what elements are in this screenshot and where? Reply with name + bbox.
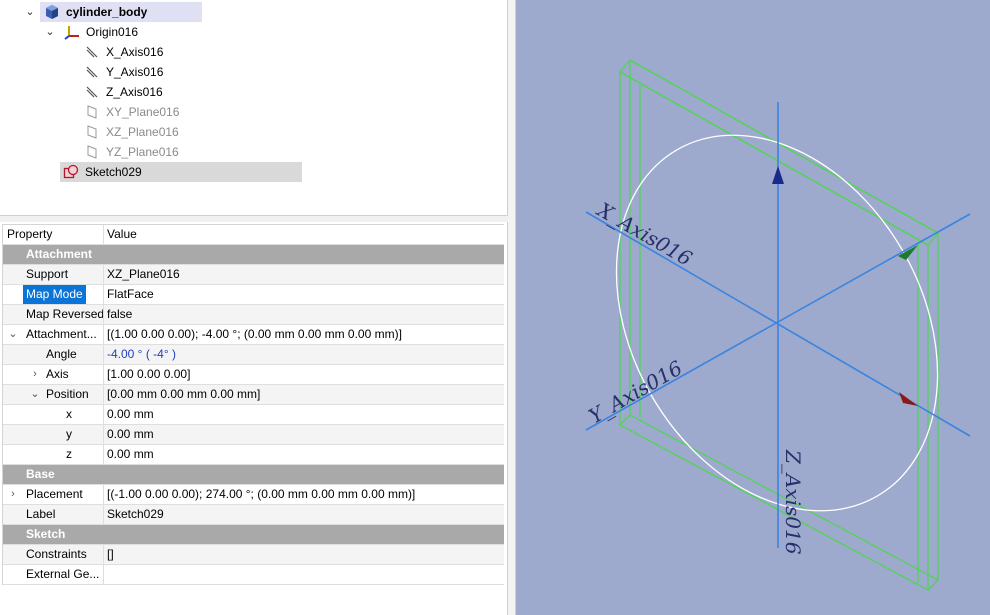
axis-icon [84, 84, 100, 100]
property-name: External Ge... [3, 565, 104, 584]
property-name: x [3, 405, 104, 424]
viewport-scene[interactable]: X_Axis016 Y_Axis016 Z_Axis016 [516, 0, 990, 615]
property-name: Label [3, 505, 104, 524]
property-table: Property Value Attachment Support XZ_Pla… [2, 224, 504, 585]
body-icon [44, 4, 60, 20]
property-value[interactable]: 0.00 mm [107, 445, 504, 464]
tree-item-label: Origin016 [86, 25, 139, 39]
property-value[interactable]: false [107, 305, 504, 324]
tree-item-yz-plane[interactable]: YZ_Plane016 [84, 142, 204, 162]
x-axis-label: X_Axis016 [592, 197, 697, 271]
property-value[interactable]: 0.00 mm [107, 405, 504, 424]
chevron-down-icon[interactable]: ⌄ [24, 2, 36, 22]
property-value[interactable]: [0.00 mm 0.00 mm 0.00 mm] [107, 385, 504, 404]
z-axis-label: Z_Axis016 [781, 449, 805, 555]
property-name: Map Reversed [3, 305, 104, 324]
property-header-row: Property Value [3, 225, 504, 245]
property-name: Support [3, 265, 104, 284]
group-base[interactable]: Base [3, 465, 504, 485]
property-name: Angle [3, 345, 104, 364]
group-label: Sketch [26, 527, 66, 541]
group-sketch[interactable]: Sketch [3, 525, 504, 545]
axis-icon [84, 44, 100, 60]
tree-item-label: X_Axis016 [106, 45, 164, 59]
property-name-cell: Map Mode [3, 285, 104, 304]
property-row-z[interactable]: z 0.00 mm [3, 445, 504, 465]
tree-item-label: cylinder_body [66, 5, 148, 19]
plane-icon [84, 124, 100, 140]
property-value[interactable]: FlatFace [107, 285, 504, 304]
tree-item-xz-plane[interactable]: XZ_Plane016 [84, 122, 204, 142]
property-panel: Property Value Attachment Support XZ_Pla… [0, 222, 508, 615]
property-row-x[interactable]: x 0.00 mm [3, 405, 504, 425]
tree-item-label: Z_Axis016 [106, 85, 163, 99]
column-header-property[interactable]: Property [3, 225, 104, 244]
tree-item-z-axis[interactable]: Z_Axis016 [84, 82, 204, 102]
plane-icon [84, 104, 100, 120]
tree-item-cylinder-body[interactable]: ⌄ cylinder_body [25, 2, 202, 22]
property-value[interactable]: [(1.00 0.00 0.00); -4.00 °; (0.00 mm 0.0… [107, 325, 504, 344]
group-label: Attachment [26, 247, 93, 261]
property-row-axis[interactable]: › Axis [1.00 0.00 0.00] [3, 365, 504, 385]
group-attachment[interactable]: Attachment [3, 245, 504, 265]
tree-item-origin[interactable]: ⌄ Origin016 [45, 22, 200, 42]
property-value[interactable]: Sketch029 [107, 505, 504, 524]
property-row-constraints[interactable]: Constraints [] [3, 545, 504, 565]
property-value[interactable]: -4.00 ° ( -4° ) [107, 345, 504, 364]
tree-item-sketch[interactable]: Sketch029 [60, 162, 302, 182]
sketch-circle[interactable] [551, 77, 990, 568]
tree-item-label: Sketch029 [85, 165, 142, 179]
origin-axes-icon [64, 24, 80, 40]
property-row-angle[interactable]: Angle -4.00 ° ( -4° ) [3, 345, 504, 365]
property-row-placement[interactable]: › Placement [(-1.00 0.00 0.00); 274.00 °… [3, 485, 504, 505]
plane-icon [84, 144, 100, 160]
property-row-support[interactable]: Support XZ_Plane016 [3, 265, 504, 285]
chevron-down-icon[interactable]: ⌄ [44, 22, 56, 42]
property-name: z [3, 445, 104, 464]
property-name: Axis [3, 365, 104, 384]
property-name: Constraints [3, 545, 104, 564]
property-name: Attachment... [3, 325, 104, 344]
tree-item-label: XZ_Plane016 [106, 125, 179, 139]
z-axis-arrow-icon [772, 166, 784, 184]
axis-icon [84, 64, 100, 80]
tree-item-y-axis[interactable]: Y_Axis016 [84, 62, 204, 82]
property-value[interactable]: 0.00 mm [107, 425, 504, 444]
property-row-position[interactable]: ⌄ Position [0.00 mm 0.00 mm 0.00 mm] [3, 385, 504, 405]
property-row-external-geometry[interactable]: External Ge... [3, 565, 504, 585]
tree-item-xy-plane[interactable]: XY_Plane016 [84, 102, 204, 122]
column-header-value[interactable]: Value [107, 225, 504, 244]
vertical-splitter[interactable] [508, 0, 516, 615]
tree-item-label: YZ_Plane016 [106, 145, 179, 159]
property-value[interactable] [107, 565, 504, 584]
property-value[interactable]: [] [107, 545, 504, 564]
tree-item-x-axis[interactable]: X_Axis016 [84, 42, 204, 62]
property-value[interactable]: [(-1.00 0.00 0.00); 274.00 °; (0.00 mm 0… [107, 485, 504, 504]
3d-viewport[interactable]: X_Axis016 Y_Axis016 Z_Axis016 [516, 0, 990, 615]
property-name: Position [3, 385, 104, 404]
property-row-attachment-offset[interactable]: ⌄ Attachment... [(1.00 0.00 0.00); -4.00… [3, 325, 504, 345]
group-label: Base [26, 467, 55, 481]
property-row-label[interactable]: Label Sketch029 [3, 505, 504, 525]
property-value[interactable]: XZ_Plane016 [107, 265, 504, 284]
tree-item-label: XY_Plane016 [106, 105, 180, 119]
property-row-map-reversed[interactable]: Map Reversed false [3, 305, 504, 325]
property-name: Placement [3, 485, 104, 504]
property-row-y[interactable]: y 0.00 mm [3, 425, 504, 445]
property-name: Map Mode [23, 285, 86, 304]
property-row-map-mode[interactable]: Map Mode FlatFace [3, 285, 504, 305]
tree-item-label: Y_Axis016 [106, 65, 164, 79]
property-value[interactable]: [1.00 0.00 0.00] [107, 365, 504, 384]
property-name: y [3, 425, 104, 444]
sketch-icon [63, 164, 79, 180]
model-tree-panel: ⌄ cylinder_body ⌄ Origin016 X_Axis016 Y_… [0, 0, 508, 216]
